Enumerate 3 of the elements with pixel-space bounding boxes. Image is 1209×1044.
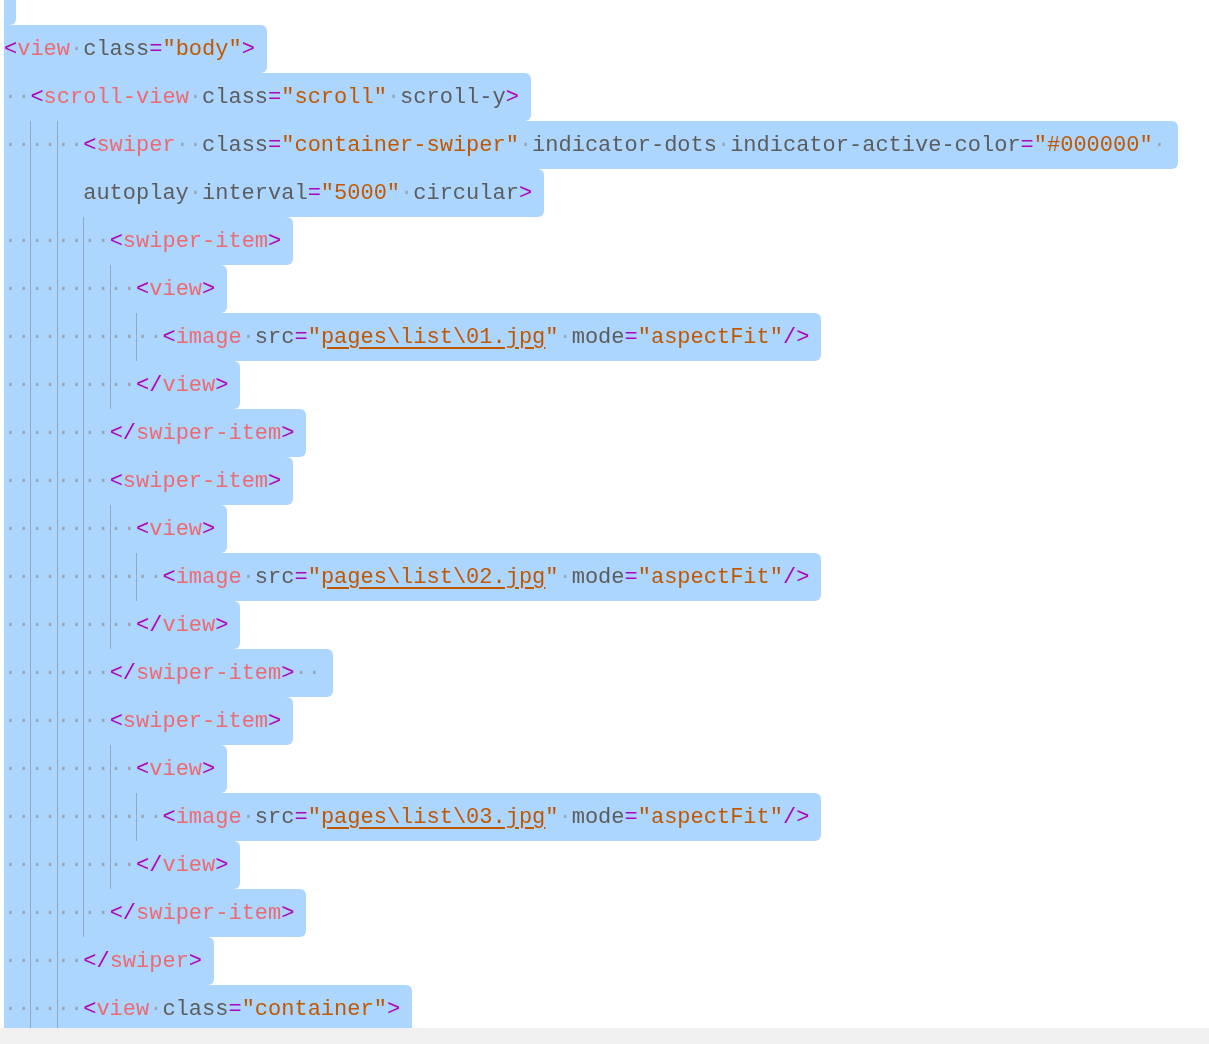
file-link[interactable]: pages\list\03.jpg xyxy=(320,804,546,830)
file-link[interactable]: pages\list\02.jpg xyxy=(320,564,546,590)
file-link[interactable]: pages\list\01.jpg xyxy=(320,324,546,350)
